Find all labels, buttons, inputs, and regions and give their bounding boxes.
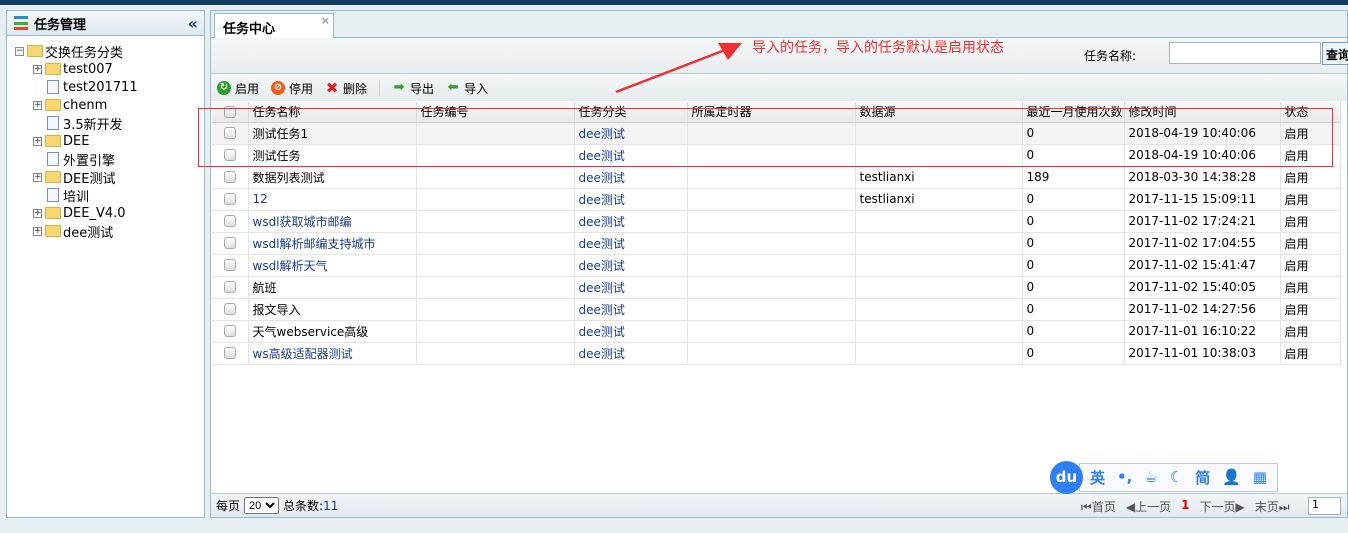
ime-button[interactable]: 👤 bbox=[1222, 468, 1241, 486]
annotation-note: 导入的任务，导入的任务默认是启用状态 bbox=[752, 40, 1004, 56]
arrow-line bbox=[615, 48, 726, 94]
ime-button[interactable]: •, bbox=[1117, 468, 1132, 486]
ime-button[interactable]: 英 bbox=[1090, 467, 1105, 488]
ime-button[interactable]: ☕ bbox=[1144, 468, 1157, 486]
ime-buttons: 英 •, ☕ ☾ 简 👤 ▦ bbox=[1079, 462, 1279, 492]
ime-toolbar: du 英 •, ☕ ☾ 简 👤 ▦ bbox=[1050, 460, 1279, 494]
ime-button[interactable]: 简 bbox=[1195, 467, 1210, 488]
baidu-ime-logo[interactable]: du bbox=[1050, 460, 1083, 494]
ime-button[interactable]: ☾ bbox=[1170, 468, 1183, 486]
ime-button[interactable]: ▦ bbox=[1253, 468, 1267, 486]
annotation-arrow bbox=[615, 43, 742, 94]
